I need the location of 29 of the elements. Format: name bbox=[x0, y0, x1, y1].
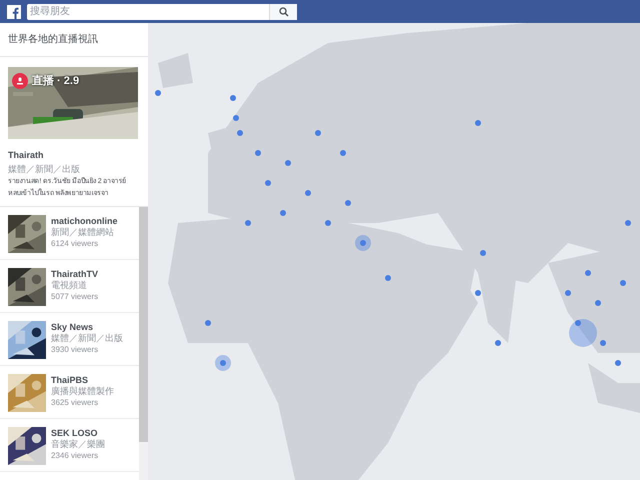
viewer-count: 6124 viewers bbox=[51, 238, 100, 250]
viewer-count: 2346 viewers bbox=[51, 450, 100, 462]
page-category: 媒體／新聞／出版 bbox=[51, 332, 123, 344]
page-category: 廣播與媒體製作 bbox=[51, 386, 114, 396]
stream-item[interactable]: ThairathTV 電視頻道 5077 viewers bbox=[0, 260, 139, 312]
page-name: ThaiPBS bbox=[51, 374, 90, 386]
live-viewer-count: 直播 · 2.9 bbox=[32, 74, 80, 89]
page-name[interactable]: Thairath bbox=[8, 149, 140, 162]
search-button[interactable] bbox=[269, 4, 297, 20]
search-field[interactable]: 搜尋朋友 bbox=[27, 4, 269, 20]
search-icon bbox=[278, 6, 288, 16]
page-category: 新聞／媒體網站 bbox=[51, 226, 115, 238]
stream-item[interactable]: Sky News 媒體／新聞／出版 3930 viewers bbox=[0, 312, 139, 366]
page-category: 媒體／新聞／出版 bbox=[8, 162, 81, 174]
stream-item[interactable]: matichononline 新聞／媒體網站 6124 viewers bbox=[0, 206, 139, 260]
page-category: 電視頻道 bbox=[51, 280, 88, 290]
page-name: matichononline bbox=[51, 214, 118, 226]
sidebar-title: 世界各地的直播視訊 bbox=[8, 32, 98, 47]
stream-item[interactable]: SEK LOSO 音樂家／樂團 2346 viewers bbox=[0, 418, 139, 472]
viewer-count: 3625 viewers bbox=[51, 396, 100, 408]
page-name: SEK LOSO bbox=[51, 426, 99, 438]
stream-item[interactable]: ThaiPBS 廣播與媒體製作 3625 viewers bbox=[0, 366, 139, 418]
page-category: 音樂家／樂團 bbox=[51, 438, 105, 450]
logo-icon[interactable] bbox=[7, 4, 21, 18]
page-name: Sky News bbox=[51, 320, 94, 332]
viewer-count: 5077 viewers bbox=[51, 290, 98, 302]
viewer-count: 3930 viewers bbox=[51, 344, 100, 356]
scrollbar[interactable] bbox=[139, 206, 148, 480]
page-name: ThairathTV bbox=[51, 268, 98, 280]
